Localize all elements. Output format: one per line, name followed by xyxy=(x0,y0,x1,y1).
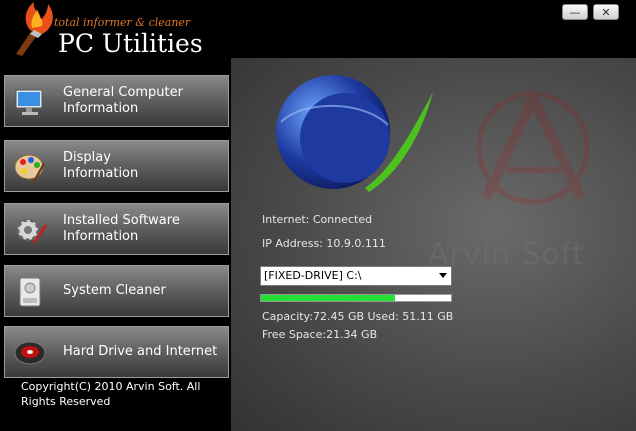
copyright-text: Copyright(C) 2010 Arvin Soft. All Rights… xyxy=(21,380,201,408)
chevron-down-icon xyxy=(439,273,447,278)
nav-label-line2: Information xyxy=(63,229,139,244)
title-bar: total informer & cleaner PC Utilities — … xyxy=(0,0,636,58)
drive-select-value: [FIXED-DRIVE] C:\ xyxy=(264,269,362,282)
app-window: total informer & cleaner PC Utilities — … xyxy=(0,0,636,431)
nav-general-computer-info[interactable]: General Computer Information xyxy=(4,75,229,127)
nav-label-line2: Information xyxy=(63,101,139,116)
nav-label-line1: Display xyxy=(63,150,111,165)
close-icon: ✕ xyxy=(601,6,611,19)
internet-status: Internet: Connected xyxy=(262,213,373,226)
drive-select[interactable]: [FIXED-DRIVE] C:\ xyxy=(260,266,452,286)
main-panel: Arvin Soft Internet: Connected IP Addres… xyxy=(231,58,636,431)
app-title: PC Utilities xyxy=(58,29,203,58)
nav-label-line2: Information xyxy=(63,166,139,181)
nav-system-cleaner[interactable]: System Cleaner xyxy=(4,265,229,317)
nav-label-line1: General Computer xyxy=(63,85,183,100)
gear-icon xyxy=(16,218,47,244)
drive-icon xyxy=(19,277,41,307)
nav-label-line1: System Cleaner xyxy=(63,283,166,298)
nav-label-line1: Installed Software xyxy=(63,213,180,228)
palette-icon xyxy=(14,154,45,182)
drive-usage-bar xyxy=(260,294,452,302)
nav-hard-drive-internet[interactable]: Hard Drive and Internet xyxy=(4,326,229,378)
nav-label-line1: Hard Drive and Internet xyxy=(63,344,218,359)
arvin-soft-logo-watermark-icon xyxy=(476,86,590,205)
sidebar: General Computer Information Display Inf… xyxy=(0,58,231,431)
app-tagline: total informer & cleaner xyxy=(54,16,191,29)
minimize-icon: — xyxy=(569,6,581,19)
monitor-icon xyxy=(15,89,43,115)
close-button[interactable]: ✕ xyxy=(593,4,619,20)
nav-installed-software-info[interactable]: Installed Software Information xyxy=(4,203,229,255)
disk-icon xyxy=(14,341,46,365)
ip-address: IP Address: 10.9.0.111 xyxy=(262,237,386,250)
globe-icon xyxy=(276,75,433,192)
capacity-used: Capacity:72.45 GB Used: 51.11 GB xyxy=(262,310,454,323)
nav-display-info[interactable]: Display Information xyxy=(4,140,229,192)
free-space: Free Space:21.34 GB xyxy=(262,328,378,341)
drive-usage-fill xyxy=(261,295,395,301)
minimize-button[interactable]: — xyxy=(562,4,588,20)
